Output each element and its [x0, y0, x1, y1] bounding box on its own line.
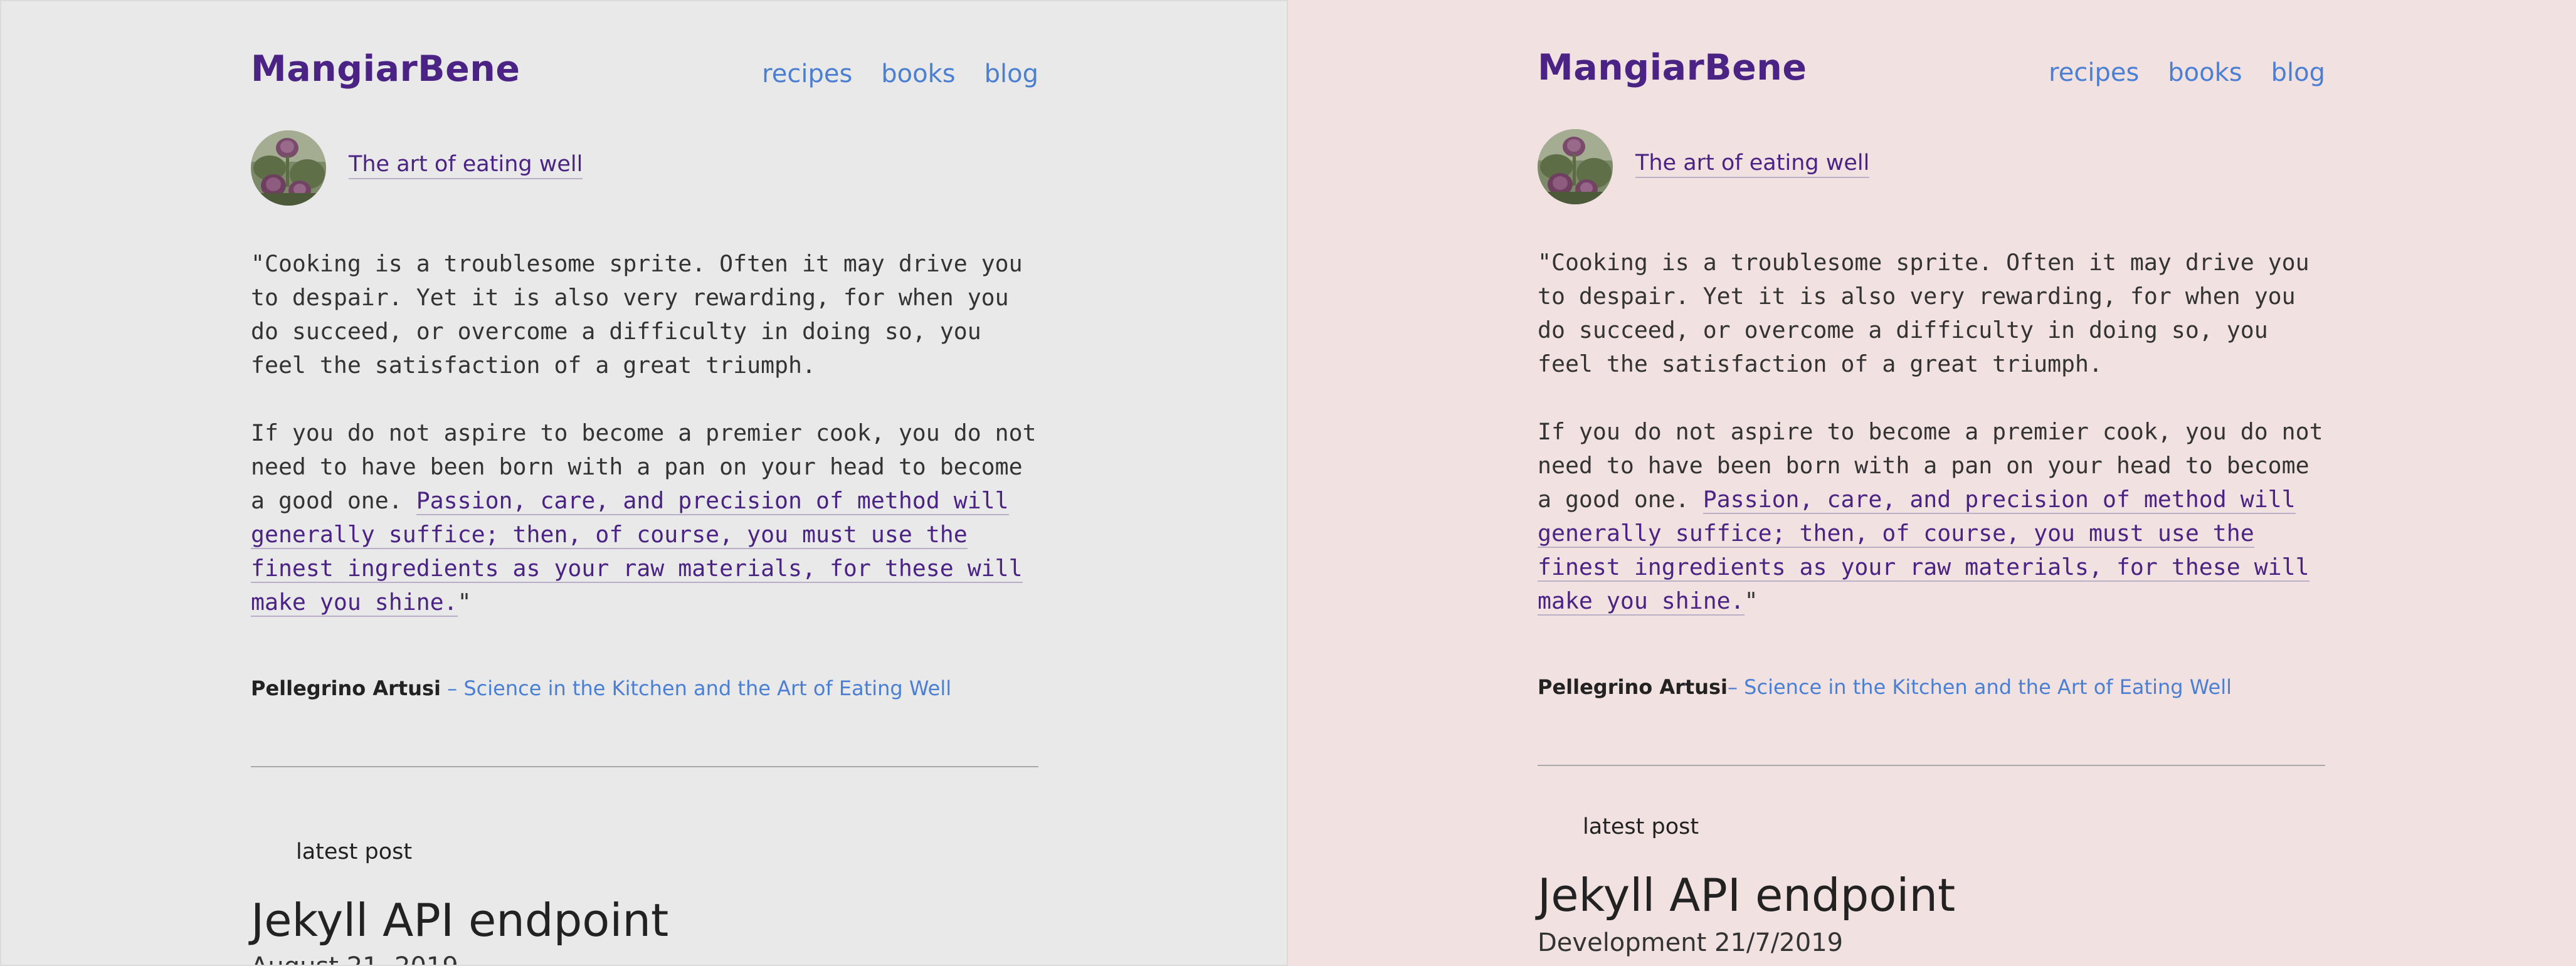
- tagline-link[interactable]: The art of eating well: [1635, 150, 1870, 179]
- tagline-link[interactable]: The art of eating well: [349, 152, 583, 180]
- quote-paragraph: "Cooking is a troublesome sprite. Often …: [251, 250, 1023, 379]
- latest-post-label: latest post: [296, 839, 413, 864]
- quote-block: "Cooking is a troublesome sprite. Often …: [251, 247, 1047, 653]
- latest-post-title[interactable]: Jekyll API endpoint: [1538, 873, 1955, 918]
- right-page-version: MangiarBene recipes books blog The art o…: [1288, 0, 2576, 966]
- quote-citation: Pellegrino Artusi – Science in the Kitch…: [251, 678, 951, 698]
- nav-link-recipes[interactable]: recipes: [762, 61, 852, 87]
- latest-post-category-date: Development 21/7/2019: [1538, 928, 1844, 957]
- quote-paragraph: If you do not aspire to become a premier…: [1538, 415, 2334, 618]
- section-divider: [1538, 765, 2325, 766]
- quote-block: "Cooking is a troublesome sprite. Often …: [1538, 246, 2334, 652]
- quote-paragraph: "Cooking is a troublesome sprite. Often …: [1538, 249, 2309, 377]
- main-nav: recipes books blog: [2049, 60, 2325, 85]
- citation-author: Pellegrino Artusi: [1538, 675, 1728, 699]
- citation-book-link[interactable]: – Science in the Kitchen and the Art of …: [441, 676, 951, 700]
- quote-citation: Pellegrino Artusi– Science in the Kitche…: [1538, 677, 2232, 697]
- artichoke-photo-icon: [251, 130, 326, 206]
- citation-author: Pellegrino Artusi: [251, 676, 441, 700]
- nav-link-blog[interactable]: blog: [2271, 60, 2325, 85]
- site-title[interactable]: MangiarBene: [1538, 50, 1807, 86]
- main-nav: recipes books blog: [762, 61, 1038, 87]
- latest-post-date: August 21, 2019: [251, 954, 458, 965]
- quote-closing-mark: ": [1744, 587, 1758, 614]
- section-divider: [251, 766, 1038, 767]
- left-page-version: MangiarBene recipes books blog The art o…: [0, 0, 1288, 966]
- quote-closing-mark: ": [457, 589, 472, 616]
- nav-link-blog[interactable]: blog: [984, 61, 1038, 87]
- quote-paragraph: If you do not aspire to become a premier…: [251, 416, 1047, 619]
- latest-post-label: latest post: [1583, 814, 1699, 839]
- latest-post-title[interactable]: Jekyll API endpoint: [251, 898, 668, 943]
- artichoke-photo-icon: [1538, 129, 1613, 204]
- nav-link-recipes[interactable]: recipes: [2049, 60, 2139, 85]
- nav-link-books[interactable]: books: [2168, 60, 2242, 85]
- citation-book-link[interactable]: – Science in the Kitchen and the Art of …: [1728, 675, 2232, 699]
- nav-link-books[interactable]: books: [881, 61, 955, 87]
- site-title[interactable]: MangiarBene: [251, 51, 520, 87]
